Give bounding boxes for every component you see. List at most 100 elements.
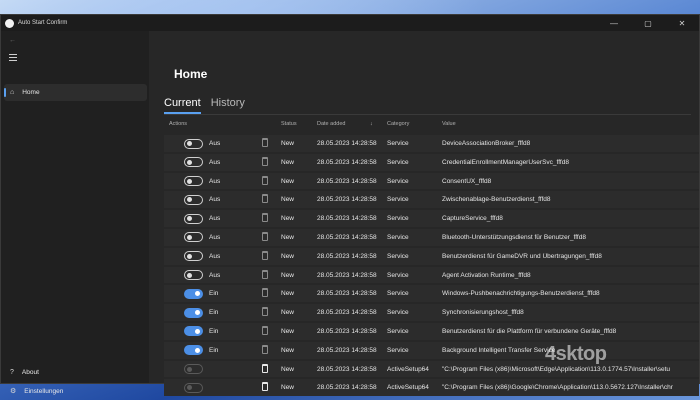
table-row[interactable]: Ein New 28.05.2023 14:28:58 Service Backgrou… xyxy=(164,341,699,360)
table-row[interactable]: Ein New 28.05.2023 14:28:58 Service Windows-… xyxy=(164,284,699,303)
autostart-toggle[interactable] xyxy=(184,364,203,375)
value-cell: Benutzerdienst für die Plattform für ver… xyxy=(442,327,617,335)
trash-icon[interactable] xyxy=(262,325,268,335)
sort-down-icon[interactable]: ↓ xyxy=(370,121,373,127)
table-row[interactable]: Aus New 28.05.2023 14:28:58 Service Credenti… xyxy=(164,153,699,172)
category-cell: Service xyxy=(387,346,409,354)
tab-divider xyxy=(164,114,691,115)
date-added-cell: 28.05.2023 14:28:58 xyxy=(317,177,377,185)
column-header-value[interactable]: Value xyxy=(442,121,456,127)
category-cell: Service xyxy=(387,252,409,260)
table-row[interactable]: New 28.05.2023 14:28:58 ActiveSetup64 "C:\P… xyxy=(164,360,699,379)
status-cell: New xyxy=(281,309,295,317)
tab-current[interactable]: Current xyxy=(164,97,201,114)
category-cell: Service xyxy=(387,309,409,317)
table-row[interactable]: Ein New 28.05.2023 14:28:58 Service Synchron… xyxy=(164,303,699,322)
trash-icon[interactable] xyxy=(262,269,268,279)
autostart-toggle[interactable] xyxy=(184,345,203,356)
table-body: Aus New 28.05.2023 14:28:58 Service DeviceAs… xyxy=(164,134,699,397)
table-row[interactable]: Aus New 28.05.2023 14:28:58 Service CaptureS… xyxy=(164,209,699,228)
column-header-category[interactable]: Category xyxy=(387,121,409,127)
date-added-cell: 28.05.2023 14:28:58 xyxy=(317,327,377,335)
trash-icon[interactable] xyxy=(262,250,268,260)
table-row[interactable]: Ein New 28.05.2023 14:28:58 Service Benutzer… xyxy=(164,322,699,341)
page-title: Home xyxy=(174,67,208,81)
column-header-date-added[interactable]: Date added xyxy=(317,121,345,127)
value-cell: Bluetooth-Unterstützungsdienst für Benut… xyxy=(442,233,586,241)
sidebar-item-home[interactable]: ⌂ Home xyxy=(4,84,147,101)
sidebar-item-settings[interactable]: ⚙ Einstellungen xyxy=(1,384,149,398)
home-icon: ⌂ xyxy=(10,89,15,96)
autostart-toggle[interactable] xyxy=(184,232,203,243)
title-bar[interactable]: Auto Start Confirm — ▢ ✕ xyxy=(1,15,699,31)
question-icon: ? xyxy=(10,368,14,376)
trash-icon[interactable] xyxy=(262,344,268,354)
autostart-toggle[interactable] xyxy=(184,270,203,281)
app-circle-icon xyxy=(5,18,14,28)
toggle-knob xyxy=(187,253,192,259)
sidebar-item-about[interactable]: ? About xyxy=(1,365,149,379)
category-cell: Service xyxy=(387,327,409,335)
table-row[interactable]: Aus New 28.05.2023 14:28:58 Service Bluetoot… xyxy=(164,228,699,247)
autostart-toggle[interactable] xyxy=(184,194,203,205)
trash-icon[interactable] xyxy=(262,175,268,185)
value-cell: "C:\Program Files (x86)\Microsoft\Edge\A… xyxy=(442,365,670,373)
autostart-toggle[interactable] xyxy=(184,382,203,393)
trash-icon[interactable] xyxy=(262,156,268,166)
date-added-cell: 28.05.2023 14:28:58 xyxy=(317,158,377,166)
toggle-state-label: Aus xyxy=(209,158,221,166)
toggle-state-label: Aus xyxy=(209,196,221,204)
table-row[interactable]: New 28.05.2023 14:28:58 ActiveSetup64 "C:\P… xyxy=(164,378,699,397)
autostart-toggle[interactable] xyxy=(184,288,203,299)
maximize-button[interactable]: ▢ xyxy=(631,15,665,31)
toggle-knob xyxy=(187,197,192,203)
column-header-actions[interactable]: Actions xyxy=(169,121,187,127)
value-cell: Agent Activation Runtime_fffd8 xyxy=(442,271,531,279)
toggle-knob xyxy=(187,178,192,184)
value-cell: DeviceAssociationBroker_fffd8 xyxy=(442,140,531,147)
trash-icon[interactable] xyxy=(262,213,268,223)
autostart-toggle[interactable] xyxy=(184,326,203,337)
table-row[interactable]: Aus New 28.05.2023 14:28:58 Service Zwischen… xyxy=(164,190,699,209)
table-row[interactable]: Aus New 28.05.2023 14:28:58 Service Benutzer… xyxy=(164,247,699,266)
toggle-state-label: Aus xyxy=(209,140,221,147)
category-cell: Service xyxy=(387,271,409,279)
status-cell: New xyxy=(281,365,295,373)
autostart-toggle[interactable] xyxy=(184,138,203,149)
close-button[interactable]: ✕ xyxy=(665,15,699,31)
category-cell: Service xyxy=(387,140,409,147)
table-row[interactable]: Aus New 28.05.2023 14:28:58 Service DeviceAs… xyxy=(164,134,699,153)
toggle-state-label: Aus xyxy=(209,252,221,260)
date-added-cell: 28.05.2023 14:28:58 xyxy=(317,196,377,204)
trash-icon[interactable] xyxy=(262,307,268,317)
table-row[interactable]: Aus New 28.05.2023 14:28:58 Service Agent Ac… xyxy=(164,266,699,285)
back-arrow-icon[interactable]: ← xyxy=(9,37,16,44)
autostart-toggle[interactable] xyxy=(184,251,203,262)
trash-icon[interactable] xyxy=(262,194,268,204)
status-cell: New xyxy=(281,346,295,354)
sidebar-item-label: About xyxy=(21,368,39,376)
tab-history[interactable]: History xyxy=(211,97,245,114)
hamburger-icon[interactable] xyxy=(9,54,17,63)
trash-icon[interactable] xyxy=(262,288,268,298)
status-cell: New xyxy=(281,177,295,185)
date-added-cell: 28.05.2023 14:28:58 xyxy=(317,384,377,392)
toggle-state-label: Aus xyxy=(209,233,221,241)
date-added-cell: 28.05.2023 14:28:58 xyxy=(317,252,377,260)
column-header-status[interactable]: Status xyxy=(281,121,297,127)
category-cell: Service xyxy=(387,196,409,204)
trash-icon[interactable] xyxy=(262,231,268,241)
minimize-button[interactable]: — xyxy=(597,15,631,31)
status-cell: New xyxy=(281,271,295,279)
trash-icon[interactable] xyxy=(262,363,268,373)
trash-icon[interactable] xyxy=(262,138,268,147)
autostart-toggle[interactable] xyxy=(184,307,203,318)
autostart-toggle[interactable] xyxy=(184,213,203,224)
trash-icon[interactable] xyxy=(262,382,268,392)
table-row[interactable]: Aus New 28.05.2023 14:28:58 Service ConsentU… xyxy=(164,172,699,191)
category-cell: Service xyxy=(387,290,409,298)
toggle-knob xyxy=(195,291,200,297)
autostart-toggle[interactable] xyxy=(184,176,203,187)
autostart-toggle[interactable] xyxy=(184,157,203,168)
toggle-knob xyxy=(187,234,192,240)
